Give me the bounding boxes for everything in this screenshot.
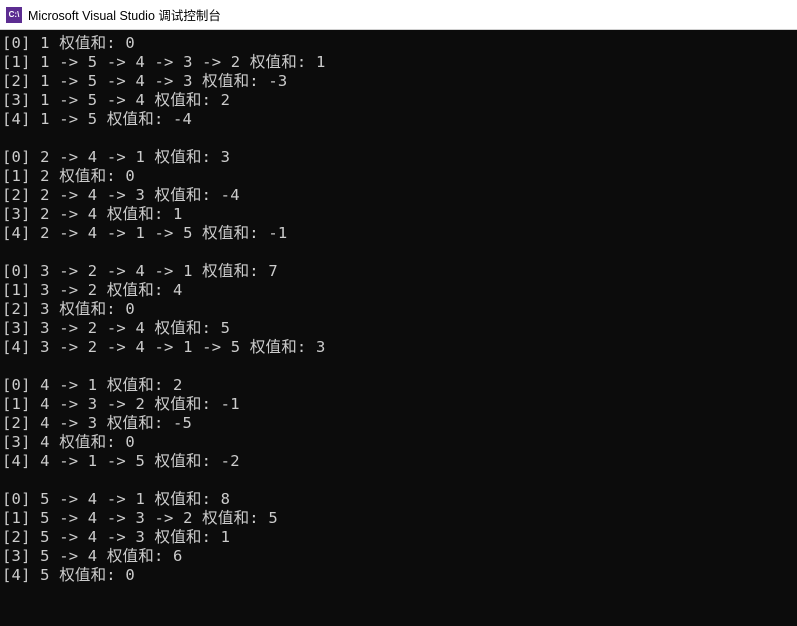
window-title: Microsoft Visual Studio 调试控制台 — [28, 5, 221, 24]
blank-line — [2, 243, 795, 262]
console-line: [0] 1 权值和: 0 — [2, 34, 795, 53]
console-line: [3] 1 -> 5 -> 4 权值和: 2 — [2, 91, 795, 110]
console-line: [2] 5 -> 4 -> 3 权值和: 1 — [2, 528, 795, 547]
console-line: [4] 3 -> 2 -> 4 -> 1 -> 5 权值和: 3 — [2, 338, 795, 357]
console-line: [4] 4 -> 1 -> 5 权值和: -2 — [2, 452, 795, 471]
console-line: [2] 1 -> 5 -> 4 -> 3 权值和: -3 — [2, 72, 795, 91]
console-line: [0] 3 -> 2 -> 4 -> 1 权值和: 7 — [2, 262, 795, 281]
console-line: [2] 2 -> 4 -> 3 权值和: -4 — [2, 186, 795, 205]
console-line: [4] 5 权值和: 0 — [2, 566, 795, 585]
console-line: [3] 4 权值和: 0 — [2, 433, 795, 452]
blank-line — [2, 129, 795, 148]
console-line: [1] 1 -> 5 -> 4 -> 3 -> 2 权值和: 1 — [2, 53, 795, 72]
console-line: [1] 3 -> 2 权值和: 4 — [2, 281, 795, 300]
console-line: [1] 4 -> 3 -> 2 权值和: -1 — [2, 395, 795, 414]
window-titlebar[interactable]: C:\ Microsoft Visual Studio 调试控制台 — [0, 0, 797, 30]
console-line: [4] 2 -> 4 -> 1 -> 5 权值和: -1 — [2, 224, 795, 243]
blank-line — [2, 357, 795, 376]
console-line: [1] 5 -> 4 -> 3 -> 2 权值和: 5 — [2, 509, 795, 528]
console-line: [3] 2 -> 4 权值和: 1 — [2, 205, 795, 224]
console-output: [0] 1 权值和: 0[1] 1 -> 5 -> 4 -> 3 -> 2 权值… — [0, 30, 797, 589]
console-line: [2] 4 -> 3 权值和: -5 — [2, 414, 795, 433]
console-line: [0] 2 -> 4 -> 1 权值和: 3 — [2, 148, 795, 167]
console-line: [0] 4 -> 1 权值和: 2 — [2, 376, 795, 395]
console-line: [0] 5 -> 4 -> 1 权值和: 8 — [2, 490, 795, 509]
blank-line — [2, 471, 795, 490]
console-line: [1] 2 权值和: 0 — [2, 167, 795, 186]
console-line: [3] 5 -> 4 权值和: 6 — [2, 547, 795, 566]
vs-console-icon: C:\ — [6, 7, 22, 23]
console-line: [4] 1 -> 5 权值和: -4 — [2, 110, 795, 129]
console-line: [2] 3 权值和: 0 — [2, 300, 795, 319]
console-line: [3] 3 -> 2 -> 4 权值和: 5 — [2, 319, 795, 338]
